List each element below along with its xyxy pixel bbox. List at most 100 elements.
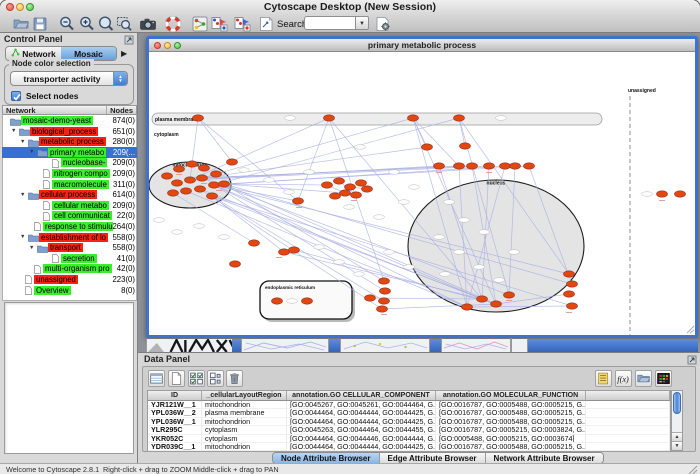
network-node[interactable] xyxy=(524,163,535,169)
tree-row-macromolecule[interactable]: macromolecule311(0) xyxy=(2,179,137,190)
vizmapper-icon[interactable] xyxy=(210,15,228,33)
zoom-out-icon[interactable] xyxy=(58,15,76,33)
background-window-edge-1[interactable] xyxy=(232,338,241,352)
node-color-dropdown[interactable]: transporter activity ▲▼ xyxy=(10,71,128,86)
function-builder-icon[interactable]: f(x) xyxy=(615,370,632,387)
network-node[interactable] xyxy=(207,193,218,199)
tree-row-cell-communicat[interactable]: cell communicat22(0) xyxy=(2,211,137,222)
network-window-close-button[interactable] xyxy=(154,42,161,49)
network-node[interactable] xyxy=(289,247,300,253)
network-edge[interactable] xyxy=(329,118,384,281)
network-node[interactable] xyxy=(174,166,185,172)
new-attribute-icon[interactable] xyxy=(168,370,185,387)
select-attributes-icon[interactable] xyxy=(188,370,205,387)
network-node[interactable] xyxy=(500,163,511,169)
network-window-zoom-button[interactable] xyxy=(174,42,181,49)
zoom-fit-icon[interactable] xyxy=(97,15,115,33)
network-node[interactable] xyxy=(484,163,495,169)
tree-row-multi-organism-pro[interactable]: multi-organism pro42(0) xyxy=(2,264,137,275)
network-node[interactable] xyxy=(504,292,515,298)
zoom-in-icon[interactable] xyxy=(78,15,96,33)
column-header-annotation.GO CELLULAR_COMPONENT[interactable]: annotation.GO CELLULAR_COMPONENT xyxy=(287,391,436,400)
tree-row-cellular-process[interactable]: ▼cellular process614(0) xyxy=(2,190,137,201)
help-lifesaver-icon[interactable] xyxy=(164,15,182,33)
network-node[interactable] xyxy=(187,161,198,167)
network-node[interactable] xyxy=(477,296,488,302)
column-header-_cellularLayoutRegion[interactable]: _cellularLayoutRegion xyxy=(202,391,287,400)
background-window-thumbnail-2[interactable] xyxy=(241,338,329,352)
network-node[interactable] xyxy=(330,193,341,199)
tree-row-cellular-metabo[interactable]: cellular metabo209(0) xyxy=(2,200,137,211)
delete-attribute-icon[interactable] xyxy=(226,370,243,387)
network-node[interactable] xyxy=(181,188,192,194)
background-window-edge-3[interactable] xyxy=(430,338,441,352)
network-node[interactable] xyxy=(467,163,478,169)
network-node[interactable] xyxy=(162,173,173,179)
network-node[interactable] xyxy=(227,159,238,165)
attribute-table-scrollbar[interactable]: ▲ ▼ xyxy=(671,390,683,451)
tree-row-biological-process[interactable]: ▼biological_process651(0) xyxy=(2,126,137,137)
filter-mapper-icon[interactable] xyxy=(233,15,251,33)
network-canvas[interactable]: plasma membranecytoplasmmitochondrionnuc… xyxy=(149,52,695,335)
table-row[interactable]: YDR039C__1mitochondrion[GO:0044464, GO:0… xyxy=(148,443,670,451)
network-node[interactable] xyxy=(340,190,351,196)
table-row[interactable]: YPL036W__1mitochondrion[GO:0044464, GO:0… xyxy=(148,418,670,426)
background-window-thumbnail-5[interactable] xyxy=(511,338,528,352)
network-node[interactable] xyxy=(345,184,356,190)
background-window-titlebar[interactable] xyxy=(528,338,698,352)
network-node[interactable] xyxy=(168,190,179,196)
background-window-thumbnail-3[interactable] xyxy=(340,338,430,352)
column-header-annotation.GO MOLECULAR_FUNCTION[interactable]: annotation.GO MOLECULAR_FUNCTION xyxy=(436,391,586,400)
network-manager-icon[interactable] xyxy=(191,15,209,33)
network-node[interactable] xyxy=(272,298,283,304)
tree-row-mosaic-demo-yeast[interactable]: mosaic-demo-yeast874(0) xyxy=(2,116,137,127)
network-node[interactable] xyxy=(564,271,575,277)
compartment-plasma-membrane[interactable] xyxy=(152,113,602,125)
network-window-minimize-button[interactable] xyxy=(164,42,171,49)
float-panel-icon[interactable] xyxy=(124,35,134,45)
network-node[interactable] xyxy=(219,181,230,187)
network-node[interactable] xyxy=(195,186,206,192)
network-node[interactable] xyxy=(422,144,433,150)
tree-expand-icon[interactable]: ▼ xyxy=(20,192,25,198)
window-resize-grip[interactable] xyxy=(687,326,694,333)
tree-row-secretion[interactable]: secretion41(0) xyxy=(2,253,137,264)
unselect-attributes-icon[interactable] xyxy=(207,370,224,387)
network-node[interactable] xyxy=(172,180,183,186)
network-node[interactable] xyxy=(185,177,196,183)
select-nodes-checkbox[interactable] xyxy=(11,91,21,101)
network-node[interactable] xyxy=(324,115,335,121)
network-node[interactable] xyxy=(434,163,445,169)
network-node[interactable] xyxy=(197,175,208,181)
table-row[interactable]: YJR121W__1mitochondrion[GO:0045267, GO:0… xyxy=(148,401,670,409)
tree-expand-icon[interactable]: ▼ xyxy=(20,234,25,240)
network-node[interactable] xyxy=(362,186,373,192)
tree-row-nitrogen-compo[interactable]: nitrogen compo209(0) xyxy=(2,168,137,179)
scroll-up-arrow[interactable]: ▲ xyxy=(672,432,682,441)
tree-row-response-to-stimulu[interactable]: response to stimulu264(0) xyxy=(2,221,137,232)
network-node[interactable] xyxy=(334,178,345,184)
network-node[interactable] xyxy=(491,301,502,307)
tab-edge-attribute-browser[interactable]: Edge Attribute Browser xyxy=(380,453,486,463)
network-node[interactable] xyxy=(199,165,210,171)
settings-doc-icon[interactable] xyxy=(374,15,392,33)
import-attributes-icon[interactable] xyxy=(635,370,652,387)
tree-row-overview[interactable]: Overview8(0) xyxy=(2,285,137,296)
network-node[interactable] xyxy=(230,261,241,267)
network-node[interactable] xyxy=(302,298,313,304)
network-node[interactable] xyxy=(211,171,222,177)
search-input[interactable] xyxy=(304,16,356,30)
network-edge[interactable] xyxy=(224,184,384,281)
tree-row-primary-metabo[interactable]: ▼primary metabo209(... xyxy=(2,147,137,158)
tree-row-nucleobase-[interactable]: nucleobase-209(0) xyxy=(2,158,137,169)
network-node[interactable] xyxy=(379,278,390,284)
network-node[interactable] xyxy=(675,191,686,197)
attribute-table-icon[interactable] xyxy=(148,370,165,387)
network-node[interactable] xyxy=(567,281,578,287)
tree-row-unassigned[interactable]: unassigned223(0) xyxy=(2,274,137,285)
tab-node-attribute-browser[interactable]: Node Attribute Browser xyxy=(273,453,380,463)
column-header-blank[interactable] xyxy=(586,391,670,400)
background-window-thumbnail-4[interactable] xyxy=(441,338,511,352)
network-node[interactable] xyxy=(379,298,390,304)
network-edge[interactable] xyxy=(298,118,329,201)
